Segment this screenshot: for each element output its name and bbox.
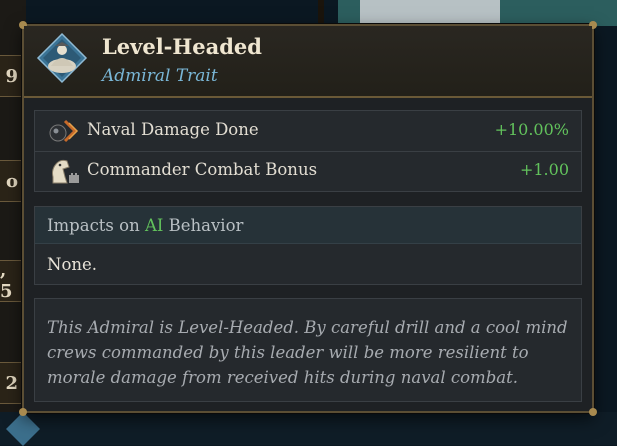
ai-behavior-panel: Impacts on AI Behavior None.	[34, 206, 582, 285]
ai-behavior-heading: Impacts on AI Behavior	[35, 207, 581, 244]
frame-corner-ornament	[19, 408, 27, 416]
heading-text: Impacts on	[47, 216, 145, 235]
trait-title: Level-Headed	[102, 34, 262, 59]
modifier-row: Naval Damage Done +10.00%	[35, 111, 581, 151]
frame-corner-ornament	[589, 408, 597, 416]
modifier-value: +1.00	[519, 160, 569, 179]
heading-text: Behavior	[163, 216, 244, 235]
side-value-2: o	[0, 160, 22, 202]
modifier-label: Naval Damage Done	[87, 120, 259, 139]
ai-behavior-value: None.	[47, 255, 98, 274]
map-land	[360, 0, 500, 26]
ai-keyword: AI	[144, 216, 164, 235]
naval-damage-icon	[47, 115, 81, 147]
description-panel: This Admiral is Level-Headed. By careful…	[34, 298, 582, 402]
trait-description: This Admiral is Level-Headed. By careful…	[47, 318, 568, 387]
modifier-label: Commander Combat Bonus	[87, 160, 318, 179]
trait-tooltip: Level-Headed Admiral Trait Naval Damage …	[19, 21, 597, 416]
side-value-1: 9	[0, 55, 22, 97]
tooltip-header: Level-Headed Admiral Trait	[24, 26, 592, 98]
modifier-row: Commander Combat Bonus +1.00	[35, 151, 581, 191]
commander-combat-icon	[47, 155, 81, 187]
level-headed-trait-icon	[36, 32, 88, 84]
side-value-4: 2	[0, 362, 22, 404]
modifier-value: +10.00%	[494, 120, 569, 139]
bottom-bar-background	[0, 412, 617, 445]
modifiers-panel: Naval Damage Done +10.00% Commander Comb…	[34, 110, 582, 192]
trait-subtitle: Admiral Trait	[102, 66, 218, 86]
side-value-3: , 5	[0, 260, 22, 302]
